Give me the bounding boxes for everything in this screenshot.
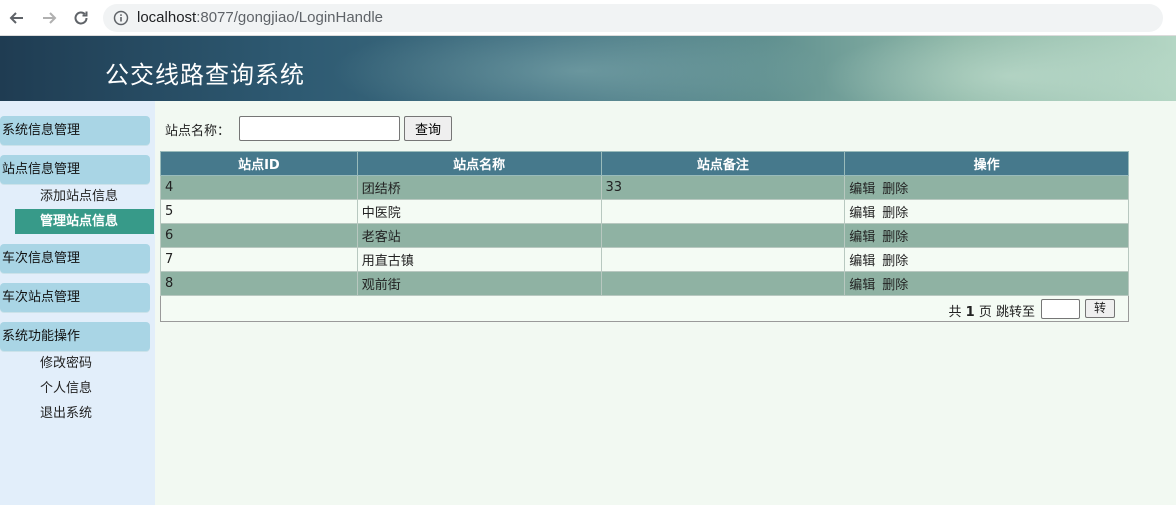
menu-item-change-password[interactable]: 修改密码 [40, 353, 92, 375]
menu-group-bus-station[interactable]: 车次站点管理 [0, 283, 150, 312]
cell-note: 33 [600, 175, 846, 200]
cell-id: 8 [160, 271, 358, 296]
table-row: 5 中医院 编辑 删除 [160, 199, 1129, 224]
table-row: 7 用直古镇 编辑 删除 [160, 247, 1129, 272]
cell-id: 7 [160, 247, 358, 272]
jump-button[interactable]: 转 [1085, 299, 1115, 318]
table-row: 8 观前街 编辑 删除 [160, 271, 1129, 296]
column-header-actions: 操作 [844, 151, 1129, 176]
browser-toolbar: localhost:8077/gongjiao/LoginHandle [0, 0, 1176, 36]
menu-item-manage-station[interactable]: 管理站点信息 [15, 209, 154, 234]
url-text: localhost:8077/gongjiao/LoginHandle [137, 9, 384, 26]
address-bar[interactable]: localhost:8077/gongjiao/LoginHandle [103, 4, 1163, 32]
page-info: 共 1 页 跳转至 [948, 305, 1035, 320]
cell-actions: 编辑 删除 [844, 175, 1129, 200]
cell-actions: 编辑 删除 [844, 271, 1129, 296]
sidebar: 系统信息管理 站点信息管理 添加站点信息 管理站点信息 车次信息管理 车次站点管… [0, 101, 155, 505]
cell-note [600, 199, 846, 224]
menu-item-add-station[interactable]: 添加站点信息 [40, 186, 118, 208]
station-name-input[interactable] [239, 116, 400, 141]
edit-link[interactable]: 编辑 [849, 278, 875, 293]
pagination-bar: 共 1 页 跳转至 转 [160, 296, 1129, 322]
column-header-note: 站点备注 [600, 151, 846, 176]
delete-link[interactable]: 删除 [882, 230, 908, 245]
total-pages: 1 [965, 305, 975, 320]
menu-group-system-info[interactable]: 系统信息管理 [0, 116, 150, 145]
cell-name: 用直古镇 [356, 247, 602, 272]
cell-name: 团结桥 [356, 175, 602, 200]
cell-note [600, 271, 846, 296]
table-row: 4 团结桥 33 编辑 删除 [160, 175, 1129, 200]
cell-actions: 编辑 删除 [844, 247, 1129, 272]
menu-group-system-functions[interactable]: 系统功能操作 [0, 322, 150, 351]
cell-id: 4 [160, 175, 358, 200]
station-table: 站点ID 站点名称 站点备注 操作 4 团结桥 33 编辑 删除 5 中医院 编辑… [160, 151, 1129, 296]
app-title: 公交线路查询系统 [105, 61, 305, 89]
table-row: 6 老客站 编辑 删除 [160, 223, 1129, 248]
search-label: 站点名称： [165, 124, 231, 139]
back-arrow-icon[interactable] [5, 6, 29, 30]
edit-link[interactable]: 编辑 [849, 254, 875, 269]
menu-group-bus-info[interactable]: 车次信息管理 [0, 244, 150, 273]
cell-id: 6 [160, 223, 358, 248]
header-banner: 公交线路查询系统 [0, 36, 1176, 101]
search-button[interactable]: 查询 [404, 116, 452, 141]
edit-link[interactable]: 编辑 [849, 230, 875, 245]
cell-id: 5 [160, 199, 358, 224]
delete-link[interactable]: 删除 [882, 254, 908, 269]
cell-name: 观前街 [356, 271, 602, 296]
delete-link[interactable]: 删除 [882, 182, 908, 197]
cell-note [600, 223, 846, 248]
cell-note [600, 247, 846, 272]
forward-arrow-icon[interactable] [37, 6, 61, 30]
column-header-name: 站点名称 [356, 151, 602, 176]
column-header-id: 站点ID [160, 151, 358, 176]
menu-item-logout[interactable]: 退出系统 [40, 403, 92, 425]
menu-group-station-info[interactable]: 站点信息管理 [0, 155, 150, 184]
table-header-row: 站点ID 站点名称 站点备注 操作 [160, 151, 1129, 176]
cell-actions: 编辑 删除 [844, 199, 1129, 224]
edit-link[interactable]: 编辑 [849, 182, 875, 197]
edit-link[interactable]: 编辑 [849, 206, 875, 221]
jump-page-input[interactable] [1041, 299, 1080, 319]
reload-icon[interactable] [69, 6, 93, 30]
delete-link[interactable]: 删除 [882, 206, 908, 221]
delete-link[interactable]: 删除 [882, 278, 908, 293]
cell-name: 老客站 [356, 223, 602, 248]
menu-item-profile[interactable]: 个人信息 [40, 378, 92, 400]
info-icon[interactable] [113, 10, 129, 26]
cell-actions: 编辑 删除 [844, 223, 1129, 248]
cell-name: 中医院 [356, 199, 602, 224]
